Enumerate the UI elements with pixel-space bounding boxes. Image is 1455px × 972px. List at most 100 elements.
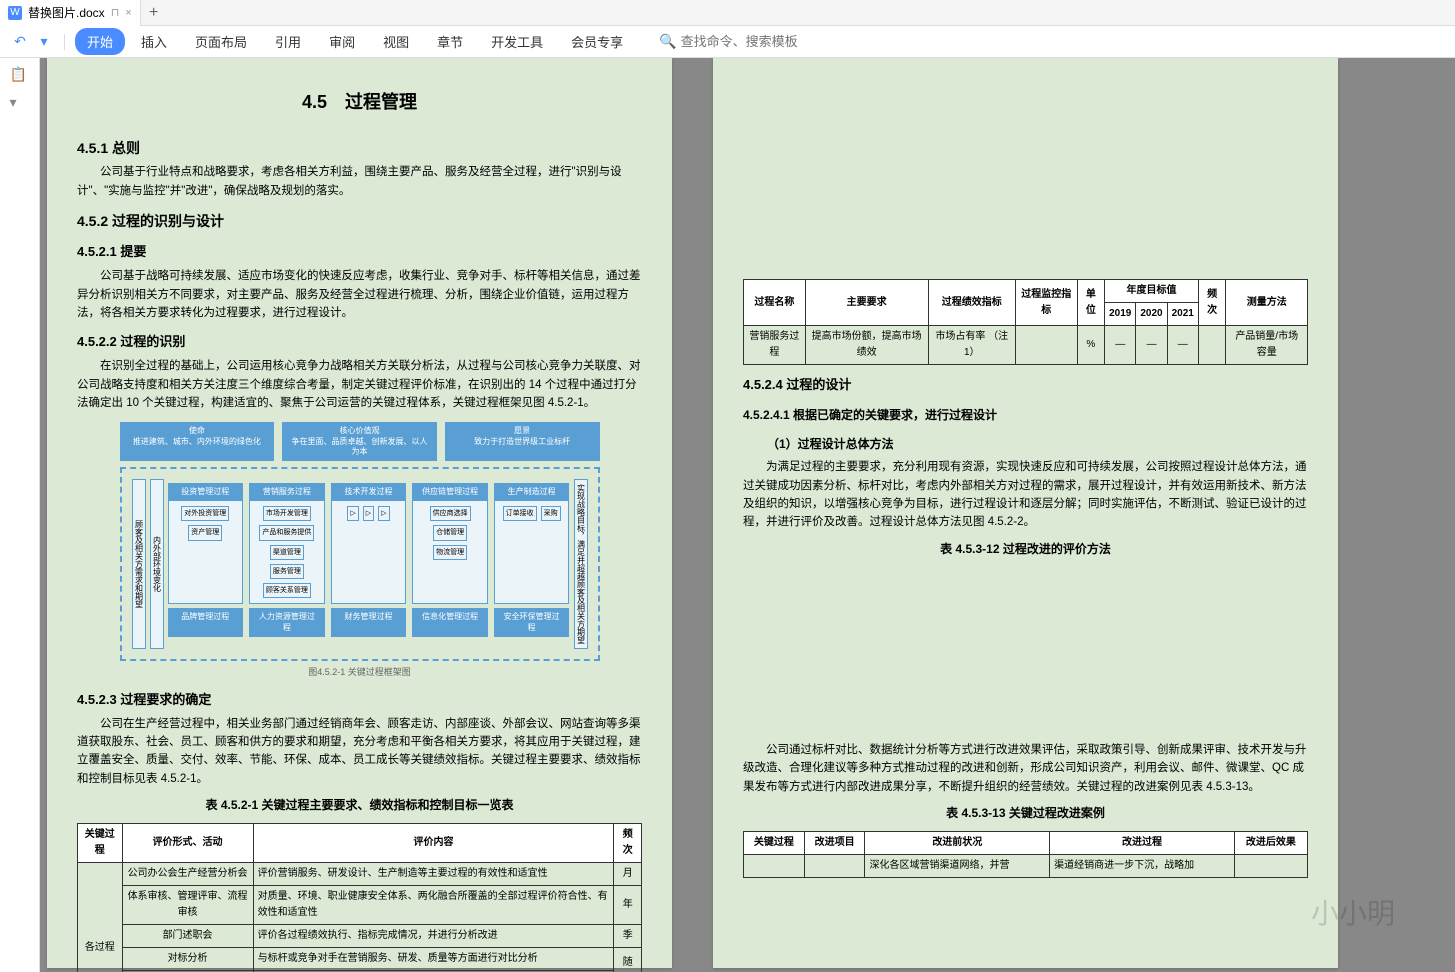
td (1015, 326, 1077, 365)
para: 公司基于战略可持续发展、适应市场变化的快速反应考虑，收集行业、竞争对手、标杆等相… (77, 267, 642, 322)
watermark: 小小明 (1311, 892, 1395, 932)
tab-start[interactable]: 开始 (75, 28, 125, 55)
th: 关键过程 (78, 824, 123, 863)
th: 过程绩效指标 (928, 280, 1015, 326)
tab-filename: 替换图片.docx (28, 4, 105, 21)
td: 公司办公会生产经营分析会 (122, 863, 253, 886)
diagram-card: 供应链管理过程供应商选择仓储管理物流管理 (412, 483, 488, 604)
td: 评价营销服务、研发设计、生产制造等主要过程的有效性和适宜性 (253, 863, 614, 886)
tab-view[interactable]: 视图 (371, 28, 421, 55)
search-box: 🔍 (659, 33, 830, 50)
diagram-card: 生产制造过程订单接收采购 (494, 483, 570, 604)
para: 公司基于行业特点和战略要求，考虑各相关方利益，围绕主要产品、服务及经营全过程，进… (77, 163, 642, 200)
left-gutter: 📋 ▾ (0, 58, 40, 972)
td: 营销服务过程 (744, 326, 806, 365)
diagram-box-vision: 愿景致力于打造世界级工业标杆 (445, 422, 600, 461)
td: 各过程 (78, 863, 123, 972)
td: — (1105, 326, 1136, 365)
th: 评价形式、活动 (122, 824, 253, 863)
diagram-box: 信息化管理过程 (412, 608, 488, 637)
para: 公司在生产经营过程中，相关业务部门通过经销商年会、顾客走访、内部座谈、外部会议、… (77, 715, 642, 789)
th: 2020 (1136, 303, 1167, 326)
diagram-box-values: 核心价值观争在里面、品质卓越、创新发展、以人为本 (282, 422, 437, 461)
table-4513: 关键过程 改进项目 改进前状况 改进过程 改进后效果 深化各区域营销渠道网络，并… (743, 831, 1308, 878)
diagram-box: 品牌管理过程 (168, 608, 244, 637)
heading-451: 4.5.1 总则 (77, 137, 642, 159)
td: — (1136, 326, 1167, 365)
th: 改进前状况 (865, 832, 1050, 855)
dropdown-icon[interactable]: ▾ (10, 94, 30, 114)
diagram-left-label: 顾客及相关方需求和期望 (132, 479, 146, 649)
process-diagram: 使命推进建筑、城市、内外环境的绿色化 核心价值观争在里面、品质卓越、创新发展、以… (120, 422, 600, 680)
td: 深化各区域营销渠道网络，并营 (865, 855, 1050, 878)
document-area: 📋 ▾ 4.5 过程管理 4.5.1 总则 公司基于行业特点和战略要求，考虑各相… (0, 58, 1455, 972)
tab-member[interactable]: 会员专享 (559, 28, 635, 55)
td: 市场占有率 （注1） (928, 326, 1015, 365)
th: 主要要求 (805, 280, 928, 326)
undo-button[interactable]: ↶ (10, 32, 30, 52)
page-2: 过程名称 主要要求 过程绩效指标 过程监控指标 单位 年度目标值 频次 测量方法… (713, 58, 1338, 968)
td: % (1077, 326, 1105, 365)
diagram-box: 财务管理过程 (331, 608, 407, 637)
th: 2019 (1105, 303, 1136, 326)
para: 公司通过标杆对比、数据统计分析等方式进行改进效果评估，采取政策引导、创新成果评审… (743, 741, 1308, 796)
heading-4521: 4.5.2.1 提要 (77, 242, 642, 263)
td: 随时 (614, 948, 642, 972)
separator (64, 34, 65, 50)
td: — (1167, 326, 1198, 365)
word-icon: W (8, 6, 22, 20)
td: 与标杆或竞争对手在营销服务、研发、质量等方面进行对比分析 (253, 948, 614, 971)
clipboard-icon[interactable]: 📋 (10, 66, 30, 86)
diagram-card: 技术开发过程▷▷▷ (331, 483, 407, 604)
td: 年 (614, 886, 642, 925)
td: 月 (614, 863, 642, 886)
diagram-box: 安全环保管理过程 (494, 608, 570, 637)
add-tab-button[interactable]: + (141, 0, 167, 26)
th: 改进过程 (1050, 832, 1235, 855)
tab-reference[interactable]: 引用 (263, 28, 313, 55)
diagram-card: 投资管理过程对外投资管理资产管理 (168, 483, 244, 604)
tab-bar: W 替换图片.docx ⊓ × + (0, 0, 1455, 26)
tab-review[interactable]: 审阅 (317, 28, 367, 55)
page-1: 4.5 过程管理 4.5.1 总则 公司基于行业特点和战略要求，考虑各相关方利益… (47, 58, 672, 968)
td: 评价各过程绩效执行、指标完成情况，并进行分析改进 (253, 925, 614, 948)
tab-layout[interactable]: 页面布局 (183, 28, 259, 55)
diagram-card: 营销服务过程市场开发管理产品和服务提供渠道管理服务管理顾客关系管理 (249, 483, 325, 604)
table-caption: 表 4.5.3-13 关键过程改进案例 (743, 804, 1308, 823)
diagram-box: 人力资源管理过程 (249, 608, 325, 637)
th: 过程监控指标 (1015, 280, 1077, 326)
search-input[interactable] (681, 34, 831, 49)
th: 关键过程 (744, 832, 805, 855)
td: 季 (614, 925, 642, 948)
th: 2021 (1167, 303, 1198, 326)
tab-chapter[interactable]: 章节 (425, 28, 475, 55)
diagram-right-label: 实现战略目标，满足并超越顾客及相关方期望 (574, 479, 588, 649)
document-tab[interactable]: W 替换图片.docx ⊓ × (0, 0, 141, 26)
ribbon: ↶ ▾ 开始 插入 页面布局 引用 审阅 视图 章节 开发工具 会员专享 🔍 (0, 26, 1455, 58)
th: 评价内容 (253, 824, 614, 863)
td: 渠道经销商进一步下沉，战略加 (1050, 855, 1235, 878)
td: 提高市场份额，提高市场绩效 (805, 326, 928, 365)
tab-devtools[interactable]: 开发工具 (479, 28, 555, 55)
redo-dropdown[interactable]: ▾ (34, 32, 54, 52)
th: 频次 (1198, 280, 1226, 326)
heading-4523: 4.5.2.3 过程要求的确定 (77, 690, 642, 711)
td: 产品销量/市场容量 (1226, 326, 1308, 365)
search-icon: 🔍 (659, 33, 676, 50)
td: 部门述职会 (122, 925, 253, 948)
page-title: 4.5 过程管理 (77, 88, 642, 117)
tab-insert[interactable]: 插入 (129, 28, 179, 55)
close-icon[interactable]: × (125, 7, 131, 19)
th: 测量方法 (1226, 280, 1308, 326)
td: 体系审核、管理评审、流程审核 (122, 886, 253, 925)
td (1234, 855, 1307, 878)
th: 单位 (1077, 280, 1105, 326)
th: 改进项目 (804, 832, 865, 855)
td (1198, 326, 1226, 365)
td: 对标分析 (122, 948, 253, 971)
heading-4524: 4.5.2.4 过程的设计 (743, 375, 1308, 396)
pin-icon[interactable]: ⊓ (111, 6, 120, 19)
para: 在识别全过程的基础上，公司运用核心竞争力战略相关方关联分析法，从过程与公司核心竞… (77, 357, 642, 412)
diagram-left-label2: 内外部环境变化 (150, 479, 164, 649)
table-caption: 表 4.5.3-12 过程改进的评价方法 (743, 540, 1308, 559)
